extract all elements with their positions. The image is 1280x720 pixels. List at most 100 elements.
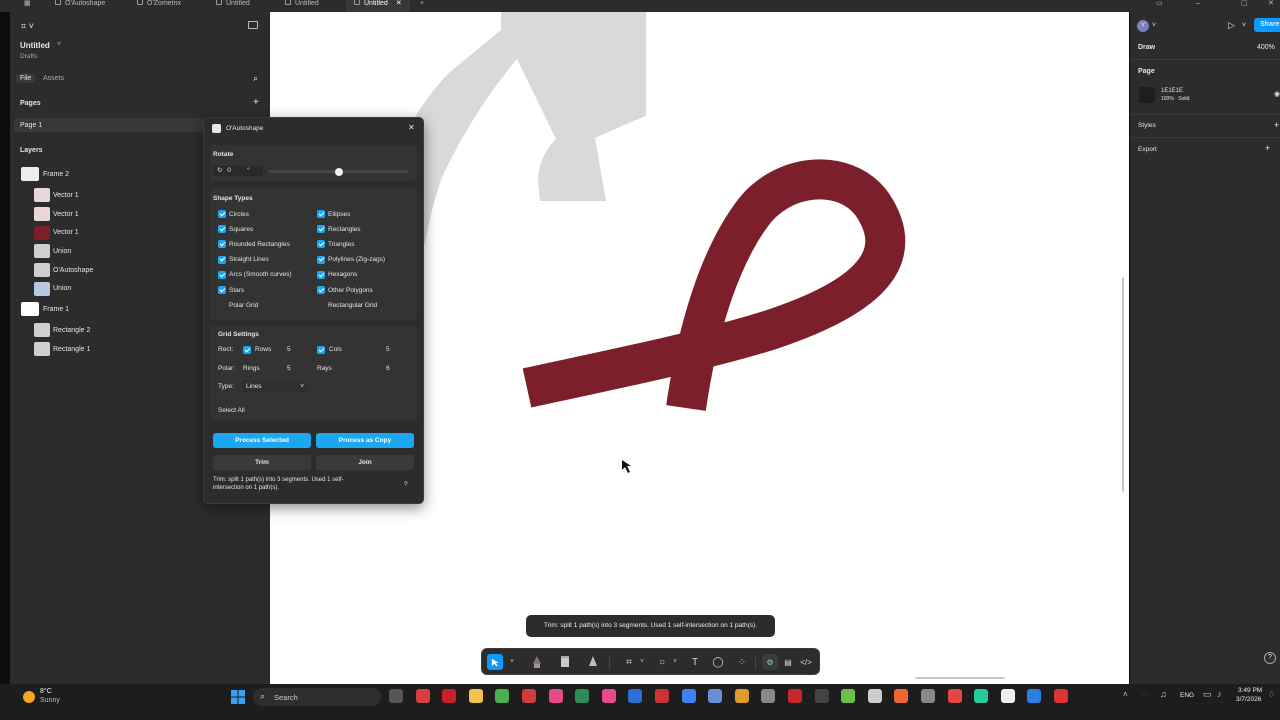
language-indicator[interactable]: ENG xyxy=(1180,692,1194,699)
tab-assets[interactable]: Assets xyxy=(43,75,64,82)
cols-checkbox[interactable] xyxy=(317,346,325,354)
tab-ozometrix[interactable]: O'Zometrix xyxy=(137,0,181,12)
page-item-1[interactable]: Page 1 xyxy=(14,118,204,132)
tab-untitled-2[interactable]: Untitled xyxy=(285,0,319,12)
tab-file[interactable]: File xyxy=(16,74,36,83)
layer-vector-1a[interactable]: Vector 1 xyxy=(53,192,79,199)
home-icon[interactable]: ▦ xyxy=(24,0,34,12)
taskbar-app-icon[interactable] xyxy=(1027,689,1042,703)
chevron-down-icon[interactable]: ˅ xyxy=(634,654,650,670)
search-icon[interactable]: ⌕ xyxy=(253,73,258,84)
taskbar-app-icon[interactable] xyxy=(442,689,457,703)
rings-input[interactable]: 5 xyxy=(283,363,308,374)
weather-sun-icon[interactable] xyxy=(23,691,35,703)
taskbar-app-icon[interactable] xyxy=(468,689,483,703)
play-icon[interactable]: ▷ xyxy=(1228,20,1235,31)
taskbar-app-icon[interactable] xyxy=(788,689,802,703)
pen-tool-icon[interactable] xyxy=(530,654,544,670)
file-title[interactable]: Untitled xyxy=(20,41,50,50)
clock-date[interactable]: 3/7/2026 xyxy=(1236,696,1261,703)
layer-vector-1b[interactable]: Vector 1 xyxy=(53,211,79,218)
chevron-down-icon[interactable]: ˅ xyxy=(1242,22,1246,29)
layer-frame-1[interactable]: Frame 1 xyxy=(43,306,69,313)
taskbar-app-icon[interactable] xyxy=(708,689,723,703)
taskbar-app-icon[interactable] xyxy=(681,689,696,703)
microphone-icon[interactable]: ♫ xyxy=(1160,689,1167,699)
tab-untitled-1[interactable]: Untitled xyxy=(216,0,250,12)
search-box[interactable]: ⌕ Search xyxy=(253,688,381,706)
start-button[interactable] xyxy=(231,690,245,704)
layer-vector-1c[interactable]: Vector 1 xyxy=(53,229,79,236)
tab-oautoshape[interactable]: O'Autoshape xyxy=(55,0,105,12)
shape-type-checkbox[interactable] xyxy=(317,225,325,234)
avatar[interactable]: Y xyxy=(1137,20,1149,32)
main-menu-icon[interactable]: ⌗ ˅ xyxy=(21,21,34,32)
components-icon[interactable]: ⁘ xyxy=(734,654,750,670)
taskbar-app-icon[interactable] xyxy=(522,689,536,703)
taskbar-app-icon[interactable] xyxy=(415,689,430,703)
new-tab-button[interactable]: + xyxy=(420,0,424,12)
close-icon[interactable]: ✕ xyxy=(408,123,415,132)
layer-union-b[interactable]: Union xyxy=(53,285,71,292)
shape-type-checkbox[interactable] xyxy=(317,301,325,309)
zoom-level[interactable]: 400% xyxy=(1257,44,1275,51)
shape-type-checkbox[interactable] xyxy=(218,240,226,249)
process-copy-button[interactable]: Process as Copy xyxy=(316,433,414,448)
layer-rectangle-1[interactable]: Rectangle 1 xyxy=(53,346,90,353)
process-selected-button[interactable]: Process Selected xyxy=(213,433,311,448)
chevron-up-icon[interactable]: ˄ xyxy=(1123,690,1128,699)
layer-oautoshape[interactable]: O'Autoshape xyxy=(53,267,93,274)
add-export-icon[interactable]: + xyxy=(1265,143,1270,153)
add-page-icon[interactable]: + xyxy=(253,97,259,108)
panel-toggle-icon[interactable] xyxy=(248,21,258,29)
share-button[interactable]: Share xyxy=(1254,18,1280,32)
taskbar-app-icon[interactable] xyxy=(389,689,403,703)
volume-icon[interactable]: ♪ xyxy=(1217,689,1222,699)
rows-checkbox[interactable] xyxy=(243,346,251,354)
tray-icon[interactable]: ◌ xyxy=(1142,690,1147,699)
shape-type-checkbox[interactable] xyxy=(218,255,226,264)
select-all-button[interactable]: Select All xyxy=(218,407,245,414)
notification-icon[interactable]: ♢ xyxy=(1268,690,1275,699)
shape-type-checkbox[interactable] xyxy=(218,225,226,234)
chevron-down-icon[interactable]: ˅ xyxy=(57,41,61,48)
trim-button[interactable]: Trim xyxy=(213,455,311,470)
chevron-down-icon[interactable]: ˅ xyxy=(667,654,683,670)
text-tool-icon[interactable]: T xyxy=(687,654,703,670)
shape-type-checkbox[interactable] xyxy=(317,255,325,264)
vertical-scrollbar[interactable] xyxy=(1122,277,1124,492)
brush-tool-icon[interactable] xyxy=(586,654,600,670)
clock-time[interactable]: 3:49 PM xyxy=(1238,687,1262,694)
rays-input[interactable]: 6 xyxy=(382,363,407,374)
shape-type-checkbox[interactable] xyxy=(218,286,226,294)
rotate-slider[interactable] xyxy=(268,167,409,176)
slider-thumb[interactable] xyxy=(335,167,343,176)
close-tab-icon[interactable]: ✕ xyxy=(396,0,402,7)
taskbar-app-icon[interactable] xyxy=(867,689,882,703)
join-button[interactable]: Join xyxy=(316,455,414,470)
shape-type-checkbox[interactable] xyxy=(317,210,325,218)
shape-type-checkbox[interactable] xyxy=(218,301,226,309)
rows-input[interactable]: 5 xyxy=(283,344,308,355)
move-tool-icon[interactable] xyxy=(487,654,503,670)
taskbar-app-icon[interactable] xyxy=(495,689,510,703)
shape-type-checkbox[interactable] xyxy=(317,270,325,279)
help-icon[interactable]: ? xyxy=(1264,652,1276,664)
maximize-icon[interactable]: ▢ xyxy=(1241,0,1248,12)
taskbar-app-icon[interactable] xyxy=(601,689,616,703)
taskbar-app-icon[interactable] xyxy=(1054,689,1068,703)
taskbar-app-icon[interactable] xyxy=(814,689,829,703)
cols-input[interactable]: 5 xyxy=(382,344,407,355)
taskbar-app-icon[interactable] xyxy=(655,689,669,703)
page-color-swatch[interactable] xyxy=(1139,87,1155,103)
comment-tool-icon[interactable]: ◯ xyxy=(710,654,726,670)
draw-tab[interactable]: Draw xyxy=(1138,44,1155,51)
page-color-hex[interactable]: 1E1E1E xyxy=(1161,88,1183,94)
pencil-tool-icon[interactable] xyxy=(558,654,572,670)
shape-type-checkbox[interactable] xyxy=(317,240,325,249)
weather-desc[interactable]: Sunny xyxy=(40,697,60,704)
weather-temp[interactable]: 8°C xyxy=(40,688,52,695)
dev-mode-icon[interactable]: </> xyxy=(798,654,814,670)
chevron-down-icon[interactable]: ˅ xyxy=(1152,22,1156,29)
taskbar-app-icon[interactable] xyxy=(841,689,856,703)
